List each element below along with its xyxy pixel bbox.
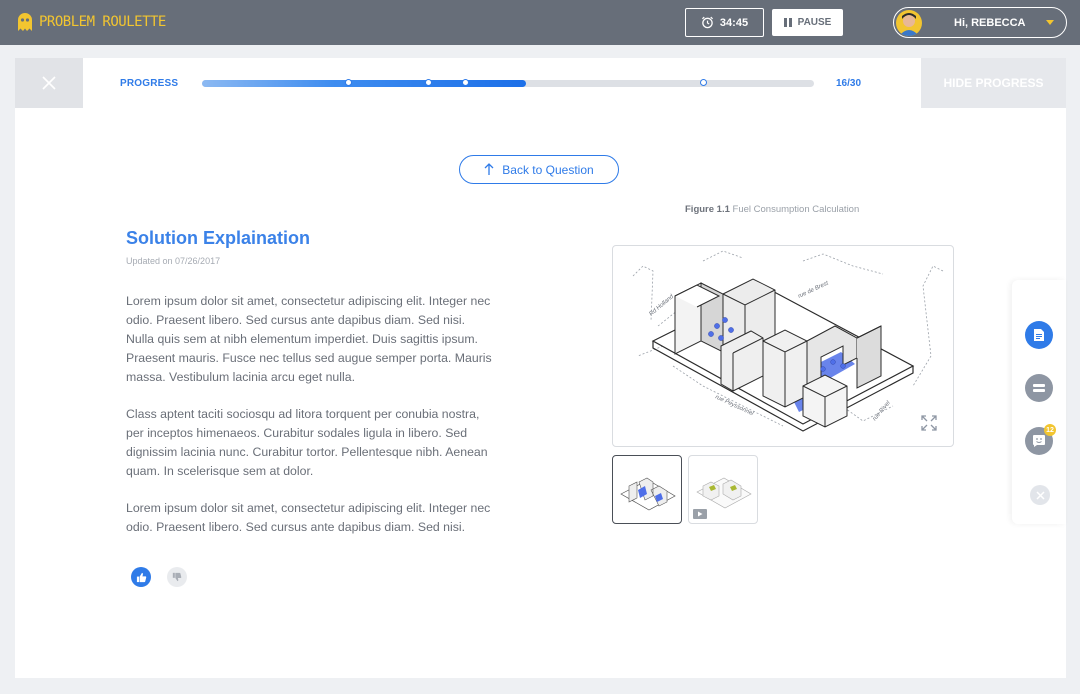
- pause-label: PAUSE: [797, 17, 832, 28]
- close-tools-button[interactable]: [1030, 485, 1050, 505]
- figure-thumbnail-2[interactable]: [688, 455, 758, 524]
- logo[interactable]: PROBLEM ROULETTE: [17, 11, 166, 33]
- street-label: rue Peyssonnel: [714, 394, 755, 417]
- explanation-paragraph: Lorem ipsum dolor sit amet, consectetur …: [126, 294, 492, 384]
- progress-count: 16/30: [836, 78, 862, 89]
- thumbs-down-icon: [172, 572, 182, 582]
- user-greeting: Hi, REBECCA: [954, 16, 1026, 29]
- progress-label: PROGRESS: [120, 78, 179, 89]
- building-thumbnail-image: [620, 477, 676, 511]
- solution-title: Solution Explaination: [126, 228, 310, 248]
- logo-text: PROBLEM ROULETTE: [39, 14, 166, 30]
- timer-button[interactable]: 34:45: [685, 8, 764, 37]
- street-label: rue Rivel: [872, 400, 892, 423]
- street-label: rue de Brest: [797, 280, 829, 299]
- solution-card: Back to Question Solution Explaination U…: [15, 108, 1066, 678]
- close-icon: [1035, 490, 1045, 500]
- expand-icon[interactable]: [921, 415, 937, 431]
- pause-button[interactable]: PAUSE: [772, 9, 843, 36]
- document-icon: [1034, 329, 1044, 341]
- progress-marker[interactable]: [461, 79, 469, 86]
- ghost-logo-icon: [18, 13, 32, 31]
- pause-icon: [783, 18, 792, 27]
- isometric-building-illustration: Rd Holland rue de Brest rue Rivel rue Pe…: [632, 250, 944, 432]
- progress-marker[interactable]: [700, 79, 708, 86]
- explanation-paragraph: Class aptent taciti sociosqu ad litora t…: [126, 407, 488, 478]
- user-menu[interactable]: Hi, REBECCA: [893, 7, 1067, 38]
- progress-marker[interactable]: [424, 79, 432, 86]
- hide-progress-button[interactable]: HIDE PROGRESS: [921, 58, 1066, 108]
- figure-thumbnail-1[interactable]: [612, 455, 682, 524]
- close-icon: [42, 76, 56, 90]
- alarm-clock-icon: [701, 16, 713, 29]
- arrow-up-icon: [484, 163, 494, 175]
- video-play-icon: [693, 509, 707, 519]
- close-button[interactable]: [15, 58, 83, 108]
- explanation-paragraph: Lorem ipsum dolor sit amet, consectetur …: [126, 501, 491, 534]
- back-to-question-button[interactable]: Back to Question: [459, 155, 619, 184]
- thumbs-up-button[interactable]: [131, 567, 151, 587]
- back-to-question-label: Back to Question: [502, 162, 594, 177]
- thumbs-up-icon: [136, 572, 146, 582]
- updated-date: Updated on 07/26/2017: [126, 256, 221, 266]
- chat-badge: 12: [1044, 424, 1056, 436]
- figure-number: Figure 1.1: [685, 204, 730, 215]
- figure-main-image[interactable]: Rd Holland rue de Brest rue Rivel rue Pe…: [612, 245, 954, 447]
- notes-button[interactable]: [1025, 321, 1053, 349]
- progress-fill: [202, 80, 527, 87]
- caret-down-icon: [1046, 20, 1054, 25]
- chat-button[interactable]: 12: [1025, 424, 1056, 455]
- chat-face-icon: [1033, 435, 1045, 447]
- avatar: [896, 9, 922, 36]
- progress-bar-section: PROGRESS 16/30: [83, 58, 921, 108]
- thumbs-down-button[interactable]: [167, 567, 187, 587]
- progress-track: [202, 79, 814, 87]
- figure-title: Fuel Consumption Calculation: [732, 204, 860, 215]
- street-label: Rd Holland: [648, 293, 675, 317]
- tool-rail: 12: [1012, 280, 1066, 524]
- calculator-button[interactable]: [1025, 374, 1053, 402]
- figure-caption: Figure 1.1 Fuel Consumption Calculation: [685, 204, 859, 215]
- equals-icon: [1033, 384, 1045, 392]
- timer-text: 34:45: [719, 16, 749, 29]
- top-bar: PROBLEM ROULETTE 34:45 PAUSE Hi, REBECCA: [0, 0, 1080, 45]
